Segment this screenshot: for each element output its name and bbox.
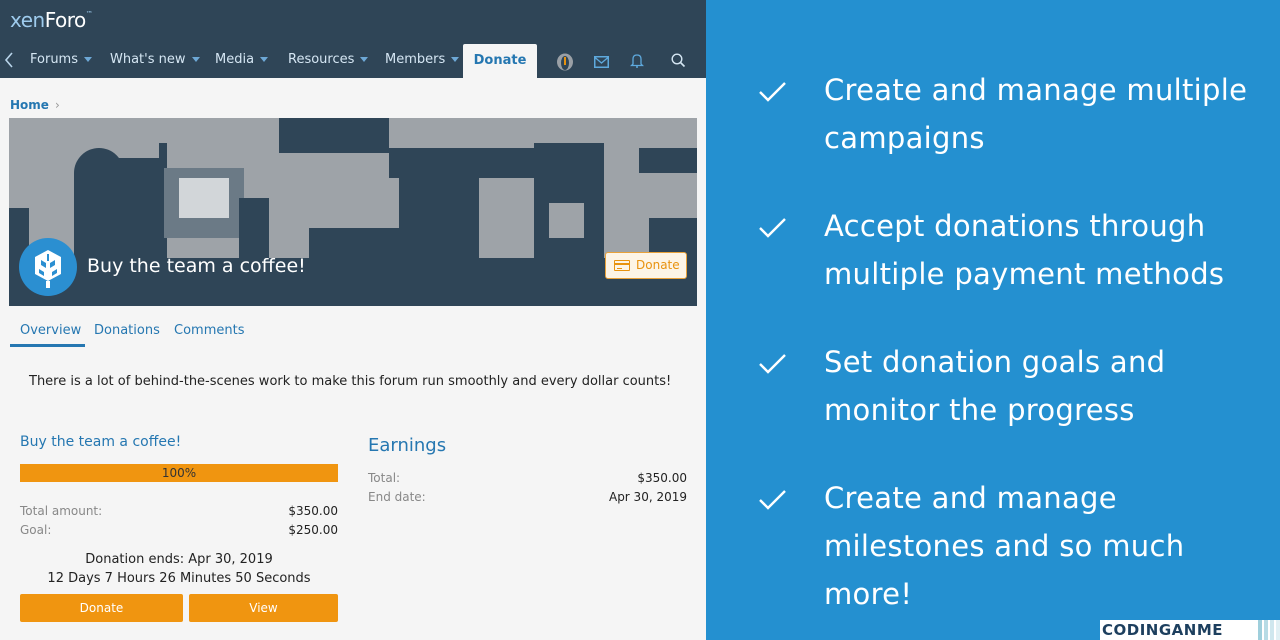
site-header: xenForo™ Forums What's new Media Resourc… — [0, 0, 706, 78]
nav-item-resources[interactable]: Resources — [288, 52, 369, 67]
envelope-icon[interactable] — [594, 53, 610, 69]
caret-down-icon — [360, 57, 369, 62]
earnings-end-date-label: End date: — [368, 490, 426, 504]
checkmark-icon — [759, 82, 786, 102]
caret-down-icon — [260, 57, 269, 62]
view-button[interactable]: View — [189, 594, 338, 622]
checkmark-icon — [759, 218, 786, 238]
earnings-total-label: Total: — [368, 471, 401, 485]
nav-item-donate[interactable]: Donate — [463, 44, 537, 78]
caret-down-icon — [451, 57, 460, 62]
caret-down-icon — [191, 57, 200, 62]
campaign-avatar — [19, 238, 77, 296]
countdown-timer: 12 Days 7 Hours 26 Minutes 50 Seconds — [47, 571, 311, 586]
earnings-total-value: $350.00 — [637, 471, 687, 485]
feature-text: Create and manage milestones and so much … — [824, 481, 1185, 611]
nav-item-members[interactable]: Members — [385, 52, 460, 67]
search-icon[interactable] — [671, 53, 687, 69]
earnings-total-row: Total: $350.00 — [368, 471, 687, 487]
goal-label: Goal: — [20, 523, 52, 537]
forum-screenshot: xenForo™ Forums What's new Media Resourc… — [0, 0, 706, 640]
watermark-text: CODINGANME — [1102, 621, 1223, 639]
tab-overview[interactable]: Overview — [20, 323, 81, 338]
goal-row: Goal: $250.00 — [20, 523, 338, 539]
tab-donations[interactable]: Donations — [94, 323, 160, 338]
feature-text: Accept donations through multiple payment… — [824, 209, 1225, 291]
campaign-title-link[interactable]: Buy the team a coffee! — [20, 434, 181, 450]
campaign-progress-bar: 100% — [20, 464, 338, 482]
banner-donate-button[interactable]: Donate — [605, 252, 687, 279]
earnings-end-date-value: Apr 30, 2019 — [608, 490, 687, 504]
campaign-description: There is a lot of behind-the-scenes work… — [29, 374, 672, 389]
main-nav: Forums What's new Media Resources Member… — [0, 44, 706, 78]
nav-item-media[interactable]: Media — [215, 52, 269, 67]
campaign-banner-title: Buy the team a coffee! — [87, 255, 306, 277]
checkmark-icon — [759, 354, 786, 374]
nav-item-forums[interactable]: Forums — [30, 52, 92, 67]
xenforo-cube-icon — [35, 250, 61, 288]
credit-card-icon — [614, 260, 630, 271]
donate-button[interactable]: Donate — [20, 594, 183, 622]
watermark: CODINGANME — [1100, 620, 1280, 640]
nav-item-whats-new[interactable]: What's new — [110, 52, 200, 67]
tab-comments[interactable]: Comments — [174, 323, 244, 338]
active-tab-indicator — [10, 344, 85, 347]
caret-down-icon — [84, 57, 92, 62]
breadcrumb-home[interactable]: Home — [10, 98, 49, 112]
total-amount-row: Total amount: $350.00 — [20, 504, 338, 520]
features-panel: Create and manage multiple campaigns Acce… — [706, 0, 1280, 640]
campaign-banner-image — [9, 118, 697, 306]
earnings-title: Earnings — [368, 435, 447, 456]
checkmark-icon — [759, 490, 786, 510]
donation-ends: Donation ends: Apr 30, 2019 — [85, 552, 273, 567]
bell-icon[interactable] — [629, 53, 646, 69]
total-amount-value: $350.00 — [288, 504, 338, 518]
xenforo-logo[interactable]: xenForo™ — [10, 8, 93, 32]
feature-text: Create and manage multiple campaigns — [824, 73, 1248, 155]
earnings-end-date-row: End date: Apr 30, 2019 — [368, 490, 687, 506]
breadcrumb: Home › — [10, 98, 60, 112]
back-chevron-icon[interactable] — [4, 51, 14, 73]
breadcrumb-separator: › — [54, 98, 60, 112]
watermark-bars — [1258, 620, 1280, 640]
total-amount-label: Total amount: — [20, 504, 103, 518]
avatar-icon[interactable] — [556, 53, 573, 71]
goal-value: $250.00 — [288, 523, 338, 537]
feature-text: Set donation goals and monitor the progre… — [824, 345, 1166, 427]
progress-label: 100% — [161, 466, 197, 480]
